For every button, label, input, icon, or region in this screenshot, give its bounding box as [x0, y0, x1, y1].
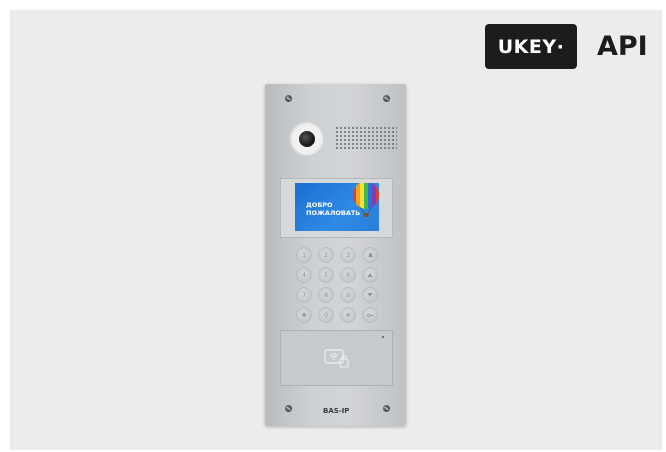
camera-lens: [299, 131, 315, 147]
keypad-key[interactable]: 0: [319, 308, 333, 322]
bell-icon: [367, 252, 373, 257]
reader-led: [382, 336, 384, 338]
keypad-key[interactable]: 6: [341, 268, 355, 282]
camera-icon: [289, 121, 325, 157]
ukey-badge: UKEY·: [485, 24, 577, 69]
brand-logo: BAS-IP: [323, 407, 350, 415]
keypad-key[interactable]: 4: [297, 268, 311, 282]
keypad-key[interactable]: 5: [319, 268, 333, 282]
nfc-card-icon: [324, 349, 349, 368]
intercom-panel: ДОБРО ПОЖАЛОВАТЬ 1 2 3 4 5 6 7 8 9 ✱ 0 #…: [265, 84, 406, 426]
card-reader[interactable]: [280, 330, 393, 386]
arrow-down-icon: [367, 293, 373, 297]
screw-icon: [383, 405, 390, 412]
keypad-key-hash[interactable]: #: [341, 308, 355, 322]
keypad-key[interactable]: 1: [297, 248, 311, 262]
screw-icon: [285, 405, 292, 412]
display-screen: ДОБРО ПОЖАЛОВАТЬ: [295, 183, 379, 231]
keypad-key[interactable]: 9: [341, 288, 355, 302]
speaker-grille: [335, 126, 397, 150]
keypad-key-down[interactable]: [363, 288, 377, 302]
keypad-key[interactable]: 2: [319, 248, 333, 262]
screw-icon: [285, 95, 292, 102]
key-icon: [366, 313, 373, 317]
display-bezel: ДОБРО ПОЖАЛОВАТЬ: [280, 178, 393, 238]
keypad-key-star[interactable]: ✱: [297, 308, 311, 322]
keypad-key-up[interactable]: [363, 268, 377, 282]
api-label: API: [597, 31, 648, 62]
hash-icon: #: [345, 311, 351, 319]
screw-icon: [383, 95, 390, 102]
keypad-key[interactable]: 8: [319, 288, 333, 302]
keypad: 1 2 3 4 5 6 7 8 9 ✱ 0 #: [297, 248, 377, 328]
arrow-up-icon: [367, 273, 373, 277]
keypad-key[interactable]: 7: [297, 288, 311, 302]
keypad-key-bell[interactable]: [363, 248, 377, 262]
keypad-key-key[interactable]: [363, 308, 377, 322]
ukey-badge-label: UKEY·: [497, 35, 565, 58]
hot-air-balloon-icon: [353, 183, 379, 217]
keypad-key[interactable]: 3: [341, 248, 355, 262]
star-icon: ✱: [301, 311, 307, 319]
